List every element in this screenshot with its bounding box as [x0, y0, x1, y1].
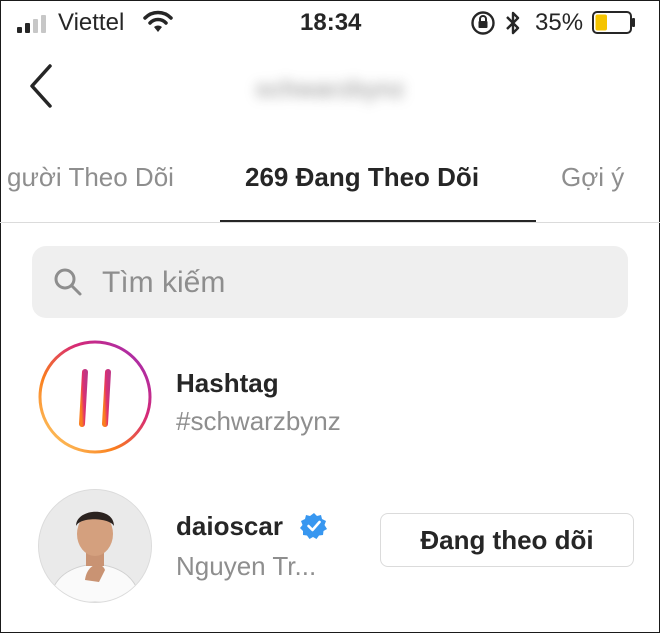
signal-icon: [17, 15, 46, 33]
carrier-label: Viettel: [58, 9, 125, 36]
search-bar[interactable]: [32, 246, 628, 320]
rotation-lock-icon: [471, 11, 495, 35]
tab-suggestions[interactable]: Gợi ý: [561, 162, 624, 193]
active-tab-indicator: [220, 220, 536, 222]
hashtag-subtitle: #schwarzbynz: [176, 406, 341, 436]
tab-following[interactable]: 269 Đang Theo Dõi: [245, 162, 479, 193]
wifi-icon: [143, 10, 173, 32]
status-bar: Viettel 18:34 35%: [0, 0, 660, 50]
avatar-photo-icon: [39, 490, 151, 602]
tab-followers[interactable]: gười Theo Dõi: [7, 162, 174, 193]
search-icon: [54, 268, 82, 296]
verified-badge-icon: [300, 513, 327, 539]
user-fullname: Nguyen Tr...: [176, 551, 317, 581]
hashtag-title: Hashtag: [176, 368, 279, 398]
battery-percent: 35%: [535, 9, 584, 36]
avatar[interactable]: [38, 489, 152, 603]
clock: 18:34: [300, 9, 362, 36]
following-button[interactable]: Đang theo dõi: [380, 513, 634, 567]
follow-tabs: gười Theo Dõi 269 Đang Theo Dõi Gợi ý: [0, 150, 660, 223]
list-item-hashtag[interactable]: Hashtag #schwarzbynz: [0, 340, 660, 460]
battery-icon: [592, 11, 635, 34]
hashtag-avatar: [38, 340, 152, 454]
profile-username-title: schwarzbynz: [255, 76, 405, 103]
search-input[interactable]: [100, 246, 604, 320]
back-chevron-icon[interactable]: [20, 60, 60, 112]
bluetooth-icon: [506, 11, 520, 35]
list-item-user[interactable]: daioscar Nguyen Tr... Đang theo dõi: [0, 485, 660, 605]
hashtag-icon: [68, 369, 122, 427]
username: daioscar: [176, 511, 283, 541]
